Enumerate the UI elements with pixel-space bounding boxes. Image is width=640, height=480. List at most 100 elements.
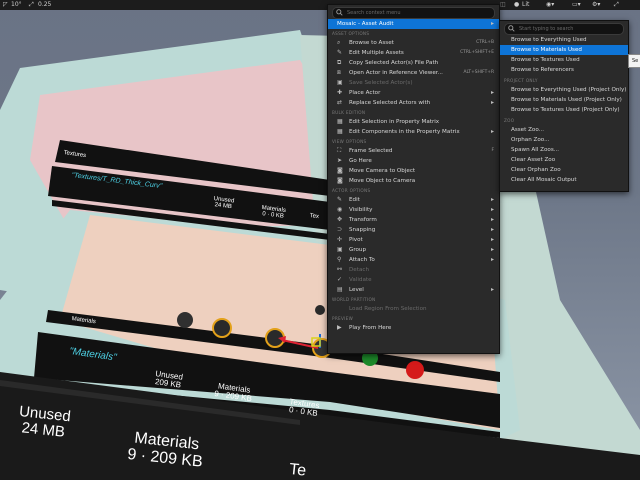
submenu-item-label: Browse to Everything Used [511,37,587,43]
submenu-item-browse-to-materials-used-project-only[interactable]: Browse to Materials Used (Project Only) [500,95,628,105]
settings-gear-icon[interactable]: ⚙▾ [592,0,600,10]
submenu-search-box[interactable]: Start typing to search [504,23,624,35]
menu-item-level[interactable]: ▤ Level ▸ [328,285,499,295]
menu-item-label: Move Object to Camera [349,178,416,184]
menu-item-label: Play From Here [349,325,392,331]
menu-item-replace-selected-actors-with[interactable]: ⇄ Replace Selected Actors with ▸ [328,98,499,108]
menu-item-label: Frame Selected [349,148,393,154]
detach-icon: ⚯ [337,266,343,273]
front-unused-stat: Unused 24 MB [18,403,72,441]
menu-item-pivot[interactable]: ✢ Pivot ▸ [328,235,499,245]
snapping-icon: ⊃ [337,226,343,233]
submenu-item-asset-zoo[interactable]: Asset Zoo... [500,125,628,135]
angle-snap-value[interactable]: 10° [11,0,22,10]
menu-item-edit-multiple-assets[interactable]: ✎ Edit Multiple Assets CTRL+SHIFT+E [328,48,499,58]
search-icon [336,9,343,16]
maximize-icon[interactable]: ⤢ [614,0,619,10]
submenu-item-browse-to-everything-used-project-only[interactable]: Browse to Everything Used (Project Only) [500,85,628,95]
submenu-item-browse-to-referencers[interactable]: Browse to Referencers [500,65,628,75]
chevron-right-icon: ▸ [490,226,494,233]
go-here-icon: ➤ [337,157,343,164]
submenu-item-browse-to-everything-used[interactable]: Browse to Everything Used [500,35,628,45]
chevron-right-icon: ▸ [490,99,494,106]
sphere-selected-1 [212,318,232,338]
menu-item-edit-selection-in-property-matrix[interactable]: ▦ Edit Selection in Property Matrix [328,117,499,127]
menu-item-place-actor[interactable]: ✚ Place Actor ▸ [328,88,499,98]
menu-item-save-selected-actor-s: ▣ Save Selected Actor(s) [328,78,499,88]
submenu-item-clear-all-mosaic-output[interactable]: Clear All Mosaic Output [500,175,628,185]
submenu-item-label: Browse to Materials Used [511,47,582,53]
sphere-dark-1 [177,312,193,328]
submenu-item-label: Spawn All Zoos... [511,147,560,153]
menu-item-group[interactable]: ▣ Group ▸ [328,245,499,255]
pivot-icon: ✢ [337,236,343,243]
front-textures-stat: Te [288,461,307,480]
perspective-icon[interactable]: ◫ [500,0,506,10]
submenu-item-clear-orphan-zoo[interactable]: Clear Orphan Zoo [500,165,628,175]
submenu-item-clear-asset-zoo[interactable]: Clear Asset Zoo [500,155,628,165]
menu-item-label: Edit [349,197,360,203]
menu-item-open-actor-in-reference-viewer[interactable]: ⧈ Open Actor in Reference Viewer... ALT+SH… [328,68,499,78]
shortcut-label: ALT+SHIFT+R [463,70,494,75]
menu-item-label: Level [349,287,364,293]
section-header: BULK EDITION [332,110,366,115]
scale-snap-icon[interactable]: ⤢ [29,0,34,10]
section-header: WORLD PARTITION [332,297,376,302]
menu-item-move-object-to-camera[interactable]: ◙ Move Object to Camera [328,176,499,186]
reference-icon: ⧈ [337,69,341,76]
scale-snap-value[interactable]: 0.25 [38,0,51,10]
submenu-item-browse-to-textures-used-project-only[interactable]: Browse to Textures Used (Project Only) [500,105,628,115]
menu-item-label: Visibility [349,207,373,213]
view-mode-label[interactable]: Lit [522,0,529,10]
lit-mode-icon[interactable]: ● [514,0,519,10]
submenu-item-orphan-zoo[interactable]: Orphan Zoo... [500,135,628,145]
context-search-box[interactable]: Search context menu [332,7,495,19]
shortcut-label: F [491,148,494,153]
chevron-right-icon: ▸ [490,216,494,223]
menu-item-snapping[interactable]: ⊃ Snapping ▸ [328,225,499,235]
menu-item-play-from-here[interactable]: ▶ Play From Here [328,323,499,333]
menu-item-browse-to-asset[interactable]: ⌕ Browse to Asset CTRL+B [328,38,499,48]
matrix-icon: ▦ [337,128,343,135]
menu-item-edit[interactable]: ✎ Edit ▸ [328,195,499,205]
section-header: ASSET OPTIONS [332,31,370,36]
sphere-red [406,361,424,379]
play-icon: ▶ [337,324,342,331]
menu-item-label: Validate [349,277,372,283]
submenu-item-browse-to-textures-used[interactable]: Browse to Textures Used [500,55,628,65]
layout-icon[interactable]: ▭▾ [572,0,581,10]
edit-icon: ✎ [337,196,343,203]
chevron-right-icon: ▸ [490,236,494,243]
menu-item-frame-selected[interactable]: ⛶ Frame Selected F [328,146,499,156]
menu-item-visibility[interactable]: ◉ Visibility ▸ [328,205,499,215]
validate-icon: ✓ [337,276,343,283]
menu-item-label: Place Actor [349,90,381,96]
chevron-right-icon: ▸ [490,20,494,27]
menu-item-move-camera-to-object[interactable]: ◙ Move Camera to Object [328,166,499,176]
visibility-icon: ◉ [337,206,343,213]
actor-context-menu: Search context menu Mosaic - Asset Audit… [327,4,500,354]
menu-item-edit-components-in-the-property-matrix[interactable]: ▦ Edit Components in the Property Matrix ▸ [328,127,499,137]
group-icon: ▣ [337,246,343,253]
chevron-right-icon: ▸ [490,286,494,293]
menu-item-attach-to[interactable]: ⚲ Attach To ▸ [328,255,499,265]
copy-icon: ⧉ [337,59,342,66]
search-icon [508,25,515,32]
menu-item-go-here[interactable]: ➤ Go Here [328,156,499,166]
menu-item-label: Move Camera to Object [349,168,416,174]
menu-item-transform[interactable]: ✥ Transform ▸ [328,215,499,225]
chevron-right-icon: ▸ [490,206,494,213]
show-eye-icon[interactable]: ◉▾ [546,0,554,10]
menu-item-validate: ✓ Validate [328,275,499,285]
context-search-placeholder: Search context menu [347,10,401,16]
submenu-item-spawn-all-zoos[interactable]: Spawn All Zoos... [500,145,628,155]
submenu-item-label: Browse to Referencers [511,67,574,73]
menu-item-label: Edit Selection in Property Matrix [349,119,440,125]
submenu-item-browse-to-materials-used[interactable]: Browse to Materials Used [500,45,628,55]
menu-item-label: Edit Multiple Assets [349,50,404,56]
menu-item-copy-selected-actor-s-file-path[interactable]: ⧉ Copy Selected Actor(s) File Path [328,58,499,68]
attach-icon: ⚲ [337,256,342,263]
angle-snap-icon[interactable]: ◸ [3,0,8,10]
menu-item-label: Open Actor in Reference Viewer... [349,70,443,76]
menu-item-mosaic-asset-audit[interactable]: Mosaic - Asset Audit ▸ [328,19,499,29]
